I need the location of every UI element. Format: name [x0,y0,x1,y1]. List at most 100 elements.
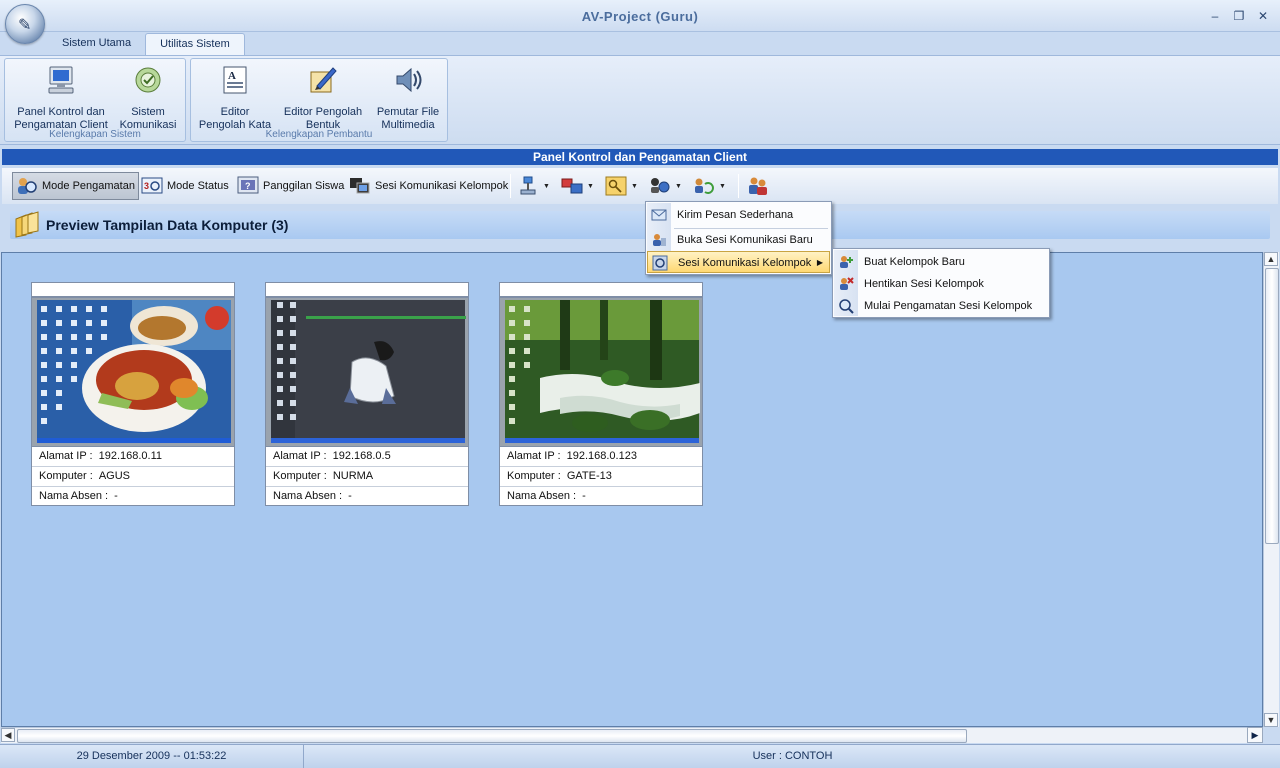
computer-name: GATE-13 [566,470,612,482]
computer-info: Alamat IP : 192.168.0.5 Komputer : NURMA N… [265,446,469,506]
horizontal-scrollbar[interactable]: ◀ ▶ [1,727,1263,743]
group-session-submenu: Buat Kelompok Baru Hentikan Sesi Kelompo… [832,248,1050,318]
computer-info: Alamat IP : 192.168.0.123 Komputer : GATE-… [499,446,703,506]
sesi-komunikasi-kelompok-button[interactable]: Sesi Komunikasi Kelompok [346,172,511,200]
dropdown-caret-icon: ▼ [675,182,682,190]
group-kelengkapan-sistem: Panel Kontrol dan Pengamatan Client Sist… [4,58,186,142]
status-datetime: 29 Desember 2009 -- 01:53:22 [0,745,304,768]
communication-dropdown-menu: Kirim Pesan Sederhana Buka Sesi Komunika… [645,201,832,275]
absen-row: Nama Absen :- [266,487,468,507]
group-users-tool-dropdown[interactable]: ▼ [690,172,729,200]
app-orb-icon: ✎ [18,17,32,34]
computer-label: Komputer : [273,470,327,482]
editor-pengolah-kata-button[interactable]: A Editor Pengolah Kata [197,64,273,132]
card-caption [499,282,703,297]
computer-info: Alamat IP : 192.168.0.11 Komputer : AGUS N… [31,446,235,506]
svg-text:3: 3 [144,181,149,191]
ip-value: 192.168.0.5 [332,450,391,462]
dropdown-caret-icon: ▼ [719,182,726,190]
drawing-editor-icon [310,67,337,93]
window-title: AV-Project (Guru) [581,9,699,24]
group-label-kelengkapan-pembantu: Kelengkapan Pembantu [265,129,373,140]
panel-title-bar: Panel Kontrol dan Pengamatan Client [2,149,1278,165]
computer-card-agus[interactable]: Alamat IP : 192.168.0.11 Komputer : AGUS N… [31,282,235,506]
computer-tool-dropdown[interactable]: ▼ [558,172,597,200]
panel-kontrol-label-1: Panel Kontrol dan [17,106,105,118]
computer-label: Komputer : [507,470,561,482]
menu-item-mulai-pengamatan[interactable]: Mulai Pengamatan Sesi Kelompok [834,295,1048,317]
toolbar: Mode Pengamatan 3 Mode Status ? Panggila… [2,168,1278,204]
ip-label: Alamat IP : [507,450,561,462]
vertical-scroll-thumb[interactable] [1265,268,1279,544]
svg-text:?: ? [245,181,251,191]
absen-value: - [114,490,118,502]
ip-row: Alamat IP : 192.168.0.5 [266,447,468,467]
tab-utilitas-sistem[interactable]: Utilitas Sistem [145,33,245,55]
key-tool-dropdown[interactable]: ▼ [602,172,641,200]
scroll-right-icon[interactable]: ▶ [1247,727,1263,743]
editor-kata-label-1: Editor [220,106,250,118]
preview-title: Preview Tampilan Data Komputer (3) [46,217,289,233]
close-button[interactable]: ✕ [1254,8,1272,24]
sistem-komunikasi-button[interactable]: Sistem Komunikasi [115,64,181,132]
menu-item-label: Buka Sesi Komunikasi Baru [677,234,813,246]
panggilan-siswa-button[interactable]: ? Panggilan Siswa [234,172,347,200]
toolbar-separator [738,174,739,198]
computer-card-gate-13[interactable]: Alamat IP : 192.168.0.123 Komputer : GATE-… [499,282,703,506]
menu-item-sesi-kelompok[interactable]: Sesi Komunikasi Kelompok ▶ [647,251,830,273]
application-menu-button[interactable]: ✎ [5,4,45,44]
absen-label: Nama Absen : [273,490,343,502]
chat-users-icon [651,178,670,193]
status-user: User : CONTOH [752,750,833,762]
menu-item-label: Mulai Pengamatan Sesi Kelompok [864,300,1033,312]
scroll-up-icon[interactable]: ▲ [1264,252,1278,266]
panel-kontrol-button[interactable]: Panel Kontrol dan Pengamatan Client [13,64,109,132]
screen-thumbnail[interactable] [499,297,703,447]
pemutar-label-1: Pemutar File [376,106,440,118]
minimize-button[interactable]: – [1206,8,1224,24]
pemutar-file-multimedia-button[interactable]: Pemutar File Multimedia [373,64,443,132]
card-caption [265,282,469,297]
new-group-icon [840,256,853,268]
absen-row: Nama Absen :- [500,487,702,507]
dropdown-caret-icon: ▼ [631,182,638,190]
network-tool-dropdown[interactable]: ▼ [514,172,553,200]
users-refresh-icon [695,178,714,194]
menu-item-buat-kelompok[interactable]: Buat Kelompok Baru [834,251,1048,273]
media-player-icon [396,67,422,93]
absen-value: - [348,490,352,502]
monitor-icon [48,66,74,94]
screen-thumbnail[interactable] [31,297,235,447]
horizontal-scroll-thumb[interactable] [17,729,967,743]
mode-status-label: Mode Status [167,180,229,192]
restore-button[interactable]: ❐ [1230,8,1248,24]
scroll-down-icon[interactable]: ▼ [1264,713,1278,727]
computer-row: Komputer : GATE-13 [500,467,702,487]
group-observation-icon [652,255,668,271]
editor-pengolah-bentuk-button[interactable]: Editor Pengolah Bentuk [279,64,367,132]
ip-label: Alamat IP : [39,450,93,462]
menu-item-buka-sesi[interactable]: Buka Sesi Komunikasi Baru [647,229,830,251]
computers-icon [561,178,583,194]
user-session-icon [653,234,666,246]
desktop-screenshot-waterfall [505,300,700,443]
screen-thumbnail[interactable] [265,297,469,447]
scroll-left-icon[interactable]: ◀ [1,728,15,742]
ip-value: 192.168.0.11 [98,450,163,462]
panggilan-siswa-label: Panggilan Siswa [263,180,345,192]
menu-item-hentikan-sesi[interactable]: Hentikan Sesi Kelompok [834,273,1048,295]
absen-label: Nama Absen : [39,490,109,502]
absen-label: Nama Absen : [507,490,577,502]
users-group-button[interactable] [744,172,772,200]
vertical-scrollbar[interactable]: ▲ ▼ [1263,252,1279,727]
mode-pengamatan-button[interactable]: Mode Pengamatan [12,172,139,200]
mode-status-button[interactable]: 3 Mode Status [138,172,232,200]
absen-value: - [582,490,586,502]
computer-card-nurma[interactable]: Alamat IP : 192.168.0.5 Komputer : NURMA N… [265,282,469,506]
computer-name: NURMA [332,470,374,482]
computer-name: AGUS [98,470,130,482]
menu-item-kirim-pesan[interactable]: Kirim Pesan Sederhana [647,204,830,226]
communication-tool-dropdown[interactable]: ▼ [646,172,685,200]
users-group-icon [749,177,767,195]
tab-sistem-utama[interactable]: Sistem Utama [48,33,145,55]
